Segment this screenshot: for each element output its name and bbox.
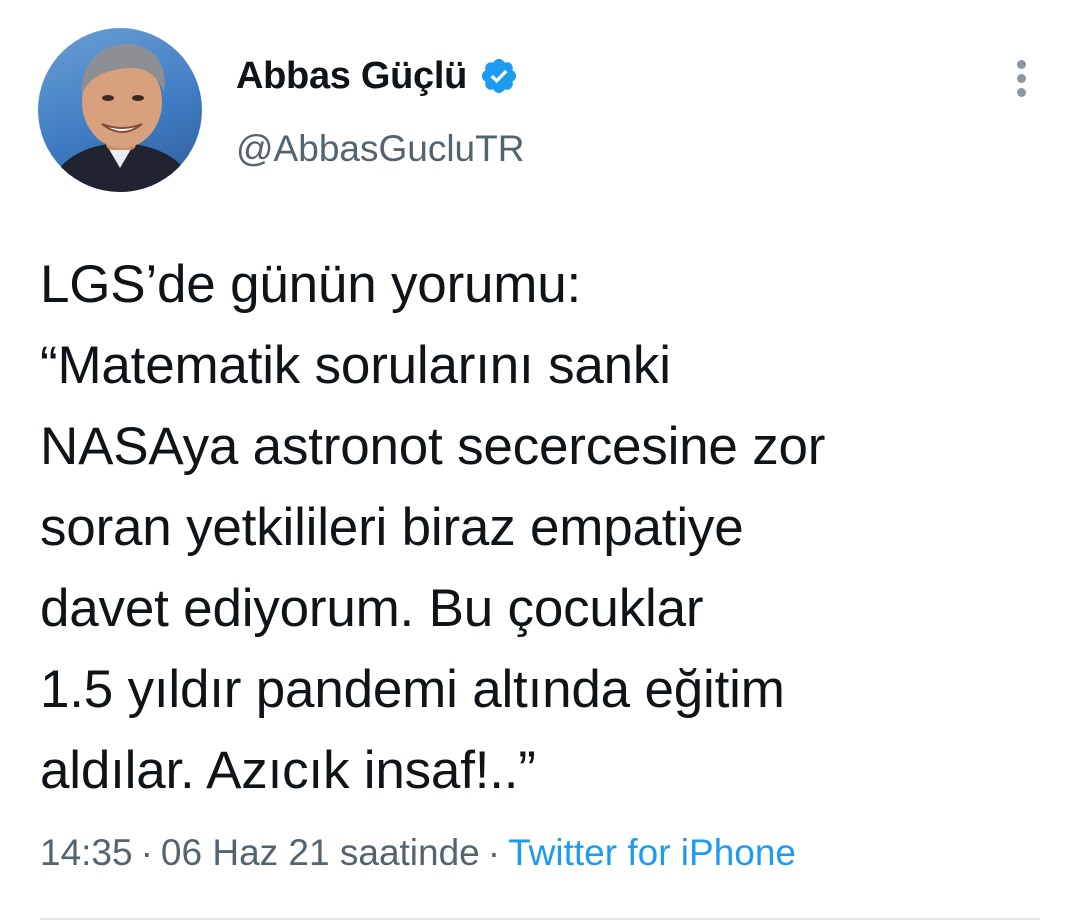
author-handle[interactable]: @AbbasGucluTR (236, 128, 524, 170)
tweet-date[interactable]: 06 Haz 21 saatinde (161, 832, 480, 873)
tweet-time[interactable]: 14:35 (40, 832, 133, 873)
avatar-image (48, 43, 196, 192)
more-vertical-icon[interactable] (1004, 58, 1040, 98)
author-name-row: Abbas Güçlü (236, 52, 519, 100)
avatar[interactable] (38, 28, 202, 192)
tweet-source-link[interactable]: Twitter for iPhone (508, 832, 796, 873)
meta-separator: · (487, 832, 501, 873)
divider (40, 918, 1040, 920)
author-display-name[interactable]: Abbas Güçlü (236, 55, 467, 98)
verified-badge-icon (479, 56, 519, 96)
tweet-meta: 14:35 · 06 Haz 21 saatinde · Twitter for iPh… (40, 832, 796, 874)
tweet-card: Abbas Güçlü @AbbasGucluTR LGS’de günün y… (0, 0, 1080, 924)
meta-separator: · (140, 832, 153, 873)
tweet-text: LGS’de günün yorumu: “Matematik soruları… (40, 255, 826, 800)
